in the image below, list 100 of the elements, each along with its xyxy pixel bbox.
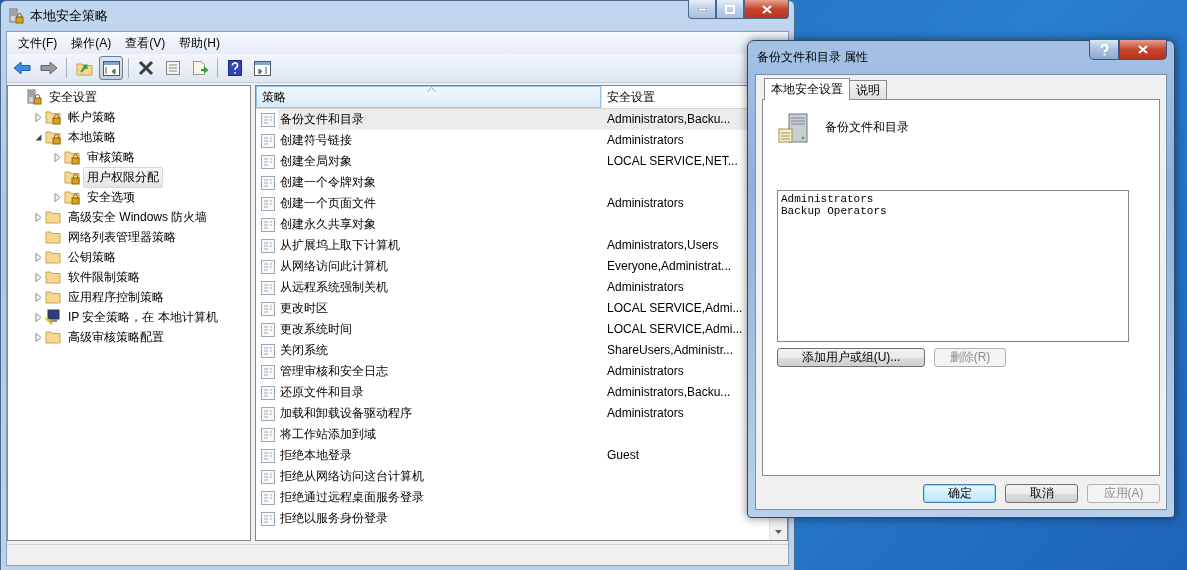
policy-icon <box>261 385 275 400</box>
collapse-arrow-icon[interactable] <box>34 133 42 141</box>
tree-item[interactable]: 本地策略 <box>64 126 120 148</box>
folder-icon <box>45 329 61 345</box>
policy-name[interactable]: 从网络访问此计算机 <box>278 256 601 277</box>
security-setting: LOCAL SERVICE,NET... <box>606 153 739 170</box>
policy-name[interactable]: 拒绝从网络访问这台计算机 <box>278 466 601 487</box>
policy-name[interactable]: 创建永久共享对象 <box>278 214 601 235</box>
tree-pane-icon[interactable] <box>102 60 120 76</box>
policy-name[interactable]: 创建一个令牌对象 <box>278 172 601 193</box>
policy-icon <box>261 406 275 421</box>
policy-name[interactable]: 管理审核和安全日志 <box>278 361 601 382</box>
help-icon[interactable] <box>228 60 242 76</box>
policy-icon <box>261 364 275 379</box>
member-entry[interactable]: Backup Operators <box>781 205 1125 217</box>
policy-name[interactable]: 拒绝以服务身份登录 <box>278 508 601 529</box>
tree-item[interactable]: 公钥策略 <box>64 246 120 268</box>
policy-name[interactable]: 从远程系统强制关机 <box>278 277 601 298</box>
policy-icon <box>261 343 275 358</box>
tree-item[interactable]: 用户权限分配 <box>83 166 163 188</box>
policy-name[interactable]: 创建一个页面文件 <box>278 193 601 214</box>
security-setting: Administrators,Users <box>606 237 720 254</box>
action-pane-icon[interactable] <box>253 60 271 76</box>
security-setting: Administrators <box>606 279 685 296</box>
tree-item[interactable]: 高级安全 Windows 防火墙 <box>64 206 212 228</box>
policy-name[interactable]: 创建全局对象 <box>278 151 601 172</box>
security-setting: ShareUsers,Administr... <box>606 342 735 359</box>
policy-icon <box>261 154 275 169</box>
security-setting: Everyone,Administrat... <box>606 258 733 275</box>
delete-icon[interactable] <box>138 60 154 76</box>
tree-item[interactable]: 软件限制策略 <box>64 266 144 288</box>
menu-item[interactable]: 查看(V) <box>118 34 173 52</box>
menu-item[interactable]: 操作(A) <box>64 34 119 52</box>
policy-icon <box>261 490 275 505</box>
dialog-button[interactable]: 确定 <box>923 484 996 503</box>
tree-item[interactable]: IP 安全策略，在 本地计算机 <box>64 306 222 328</box>
policy-name[interactable]: 更改系统时间 <box>278 319 601 340</box>
policy-icon <box>261 133 275 148</box>
menu-item[interactable]: 文件(F) <box>11 34 65 52</box>
policy-name[interactable]: 从扩展坞上取下计算机 <box>278 235 601 256</box>
tree-item[interactable]: 安全设置 <box>45 86 101 108</box>
expand-arrow-icon[interactable] <box>53 152 61 162</box>
folder-icon <box>45 209 61 225</box>
server-lock-icon <box>26 89 42 105</box>
locked-folder-icon <box>64 189 80 205</box>
column-header[interactable]: 策略 <box>256 86 601 108</box>
locked-folder-icon <box>45 109 61 125</box>
window-title: 本地安全策略 <box>30 7 109 25</box>
policy-name[interactable]: 加载和卸载设备驱动程序 <box>278 403 601 424</box>
dialog-button[interactable]: 取消 <box>1005 484 1078 503</box>
locked-folder-icon <box>64 149 80 165</box>
dialog-title: 备份文件和目录 属性 <box>756 49 870 66</box>
expand-arrow-icon[interactable] <box>34 112 42 122</box>
security-setting: LOCAL SERVICE,Admi... <box>606 321 744 338</box>
policy-icon <box>261 448 275 463</box>
policy-name[interactable]: 拒绝通过远程桌面服务登录 <box>278 487 601 508</box>
tree-item[interactable]: 应用程序控制策略 <box>64 286 168 308</box>
expand-arrow-icon[interactable] <box>53 192 61 202</box>
tree-item[interactable]: 高级审核策略配置 <box>64 326 168 348</box>
tree-item[interactable]: 安全选项 <box>83 186 139 208</box>
policy-icon <box>261 217 275 232</box>
tree-item[interactable]: 网络列表管理器策略 <box>64 226 180 248</box>
add-button[interactable]: 添加用户或组(U)... <box>777 348 925 367</box>
policy-icon <box>261 427 275 442</box>
server-lock-icon <box>8 8 24 24</box>
security-setting: Administrators,Backu... <box>606 384 732 401</box>
policy-icon <box>261 238 275 253</box>
minimize-icon[interactable] <box>697 7 707 11</box>
back-arrow-icon[interactable] <box>13 61 31 75</box>
policy-name[interactable]: 关闭系统 <box>278 340 601 361</box>
menu-item[interactable]: 帮助(H) <box>172 34 227 52</box>
expand-arrow-icon[interactable] <box>34 212 42 222</box>
folder-icon <box>45 249 61 265</box>
policy-name[interactable]: 将工作站添加到域 <box>278 424 601 445</box>
security-setting: Guest <box>606 447 640 464</box>
security-setting: Administrators <box>606 363 685 380</box>
policy-name[interactable]: 备份文件和目录 <box>278 109 601 130</box>
policy-icon <box>261 511 275 526</box>
close-icon[interactable] <box>1138 45 1148 54</box>
maximize-icon[interactable] <box>725 4 735 14</box>
folder-icon <box>45 289 61 305</box>
member-entry[interactable]: Administrators <box>781 193 1125 205</box>
member-list[interactable]: Administrators Backup Operators <box>777 190 1129 342</box>
policy-name[interactable]: 还原文件和目录 <box>278 382 601 403</box>
tab[interactable]: 说明 <box>849 80 887 99</box>
tab[interactable]: 本地安全设置 <box>764 78 850 100</box>
close-icon[interactable] <box>761 4 772 14</box>
forward-arrow-icon[interactable] <box>40 61 58 75</box>
policy-name[interactable]: 创建符号链接 <box>278 130 601 151</box>
security-setting: LOCAL SERVICE,Admi... <box>606 300 744 317</box>
locked-folder-icon <box>45 129 61 145</box>
properties-icon[interactable] <box>165 60 181 76</box>
policy-name[interactable]: 更改时区 <box>278 298 601 319</box>
tree-item[interactable]: 审核策略 <box>83 146 139 168</box>
export-list-icon[interactable] <box>191 60 209 76</box>
policy-name[interactable]: 拒绝本地登录 <box>278 445 601 466</box>
policy-icon <box>261 112 275 127</box>
tree-item[interactable]: 帐户策略 <box>64 106 120 128</box>
folder-icon <box>45 229 61 245</box>
folder-up-icon[interactable] <box>75 60 93 76</box>
